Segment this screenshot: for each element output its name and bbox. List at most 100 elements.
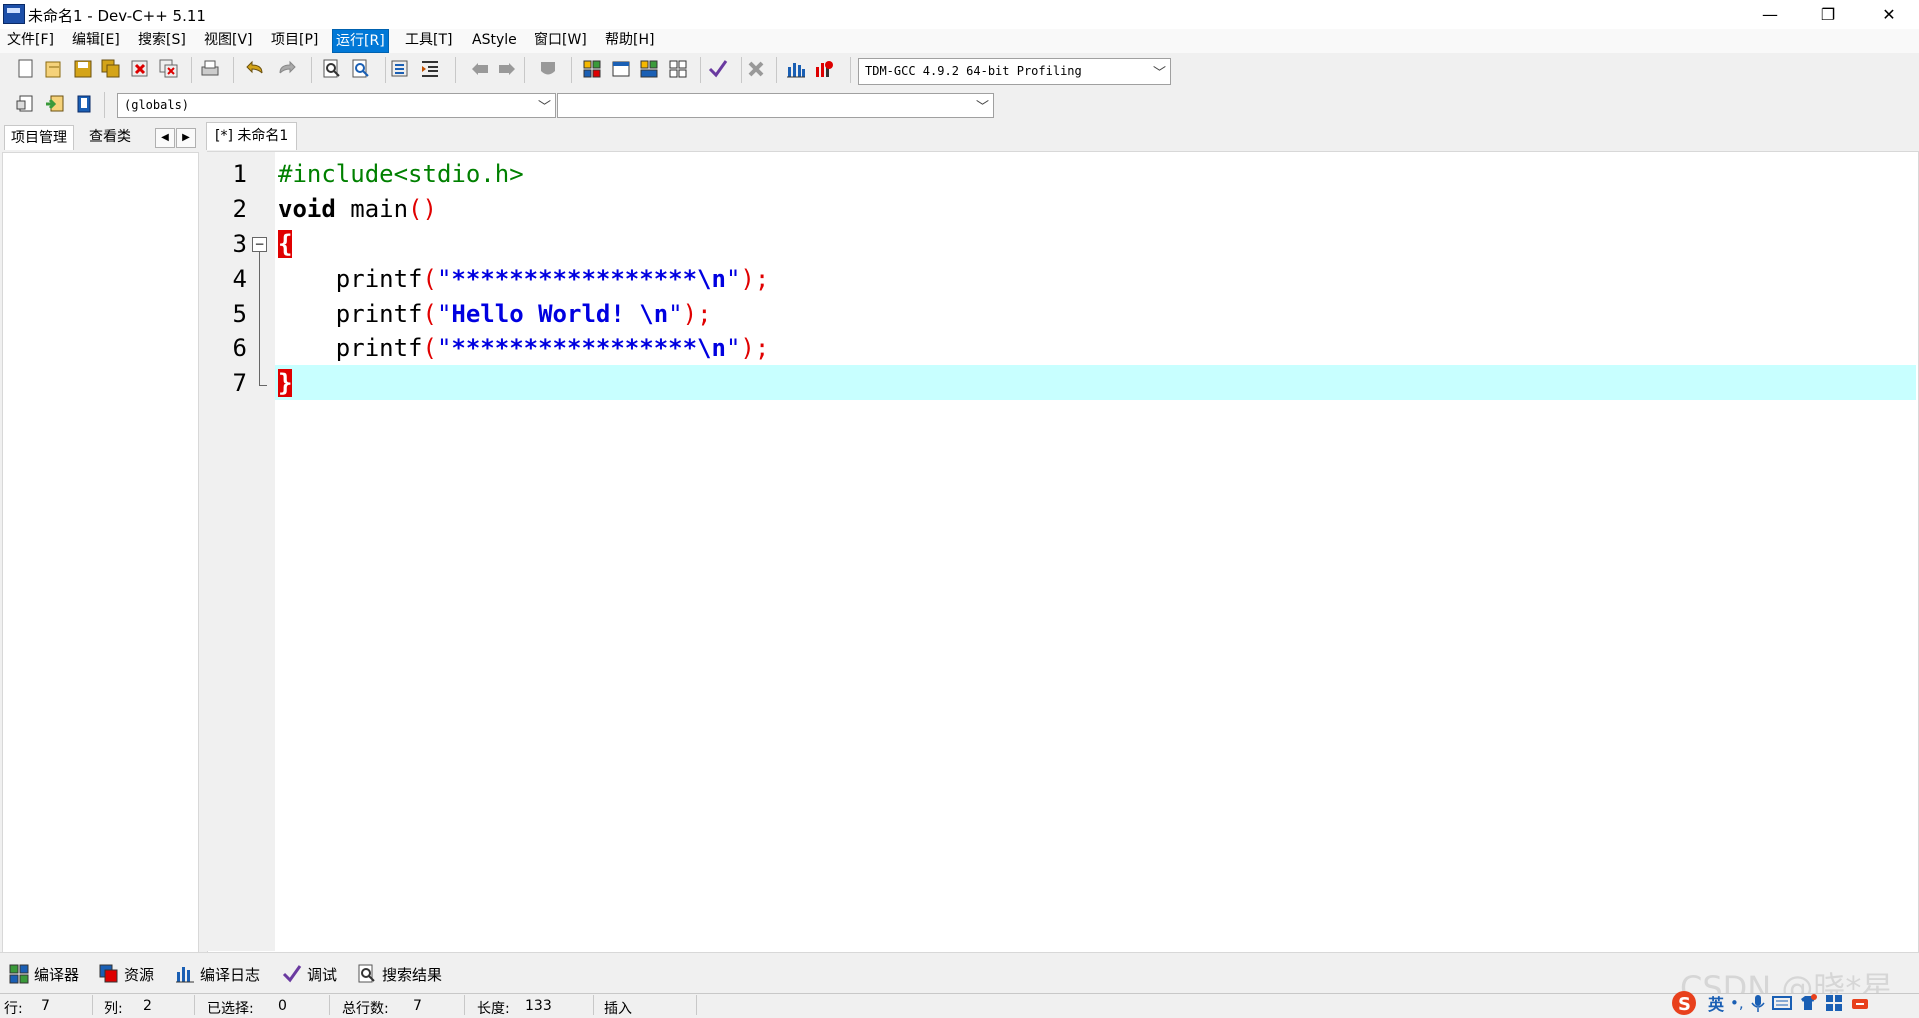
tab-resources[interactable]: 资源 [99,963,154,985]
new-file-icon[interactable] [14,57,38,81]
stop-execution-icon [744,57,768,81]
status-separator [194,995,195,1015]
status-separator [593,995,594,1015]
open-file-icon[interactable] [42,57,66,81]
menu-help[interactable]: 帮助[H] [602,29,657,51]
line-number: 4 [232,265,247,293]
restore-button[interactable]: ❐ [1805,0,1851,29]
chevron-down-icon: ﹀ [1152,66,1166,81]
goto-declaration-icon[interactable] [43,92,67,116]
svg-text:S: S [1678,994,1691,1015]
status-row-label: 行: [4,1001,23,1017]
ime-language[interactable]: 英 [1708,991,1724,1015]
redo-icon[interactable] [274,57,298,81]
toolbar-separator [741,57,742,83]
menu-search[interactable]: 搜索[S] [135,29,189,51]
tab-scroll-left-icon[interactable]: ◀ [155,128,175,148]
code-line: printf("*****************\n"); [278,334,770,362]
scope-select-value: (globals) [124,98,190,112]
close-button[interactable]: ✕ [1866,0,1912,29]
compile-run-icon[interactable] [637,57,661,81]
code-line: void main() [278,195,437,223]
menu-view[interactable]: 视图[V] [201,29,256,51]
close-all-icon[interactable] [157,57,181,81]
menu-edit[interactable]: 编辑[E] [69,29,123,51]
tab-project-manager[interactable]: 项目管理 [4,125,74,150]
profile-chart-icon[interactable] [784,57,808,81]
toolbar-separator [850,57,851,83]
syntax-check-icon[interactable] [706,57,730,81]
status-insert-mode: 插入 [604,1001,632,1017]
tab-compiler-label: 编译器 [34,965,80,984]
compiler-select-value: TDM-GCC 4.9.2 64-bit Profiling [865,64,1082,78]
ime-toolbar[interactable]: S 英 •, [1668,988,1918,1017]
status-selected-value: 0 [278,998,287,1014]
menu-bar: 文件[F] 编辑[E] 搜索[S] 视图[V] 项目[P] 运行[R] 工具[T… [0,29,1919,53]
line-number: 5 [232,300,247,328]
tab-class-browser[interactable]: 查看类 [89,125,131,149]
project-panel[interactable] [2,152,199,954]
save-icon[interactable] [71,57,95,81]
print-icon[interactable] [198,57,222,81]
check-icon [282,965,302,983]
status-lines-value: 7 [413,998,422,1014]
compile-icon[interactable] [580,57,604,81]
chevron-down-icon: ﹀ [537,100,551,115]
fold-collapse-icon[interactable]: − [252,237,267,252]
minimize-button[interactable]: — [1747,0,1793,29]
close-file-icon[interactable] [128,57,152,81]
tab-compile-log[interactable]: 编译日志 [175,963,260,985]
menu-astyle[interactable]: AStyle [469,29,520,51]
ime-punctuation-icon[interactable]: •, [1730,994,1744,1012]
grid-icon [9,964,29,984]
save-all-icon[interactable] [99,57,123,81]
search-results-icon [358,964,375,983]
tab-debug[interactable]: 调试 [282,963,337,985]
unindent-icon[interactable] [418,57,442,81]
fold-line [259,251,260,386]
status-length-label: 长度: [477,1001,510,1017]
compiler-select[interactable]: TDM-GCC 4.9.2 64-bit Profiling ﹀ [858,58,1171,85]
line-number: 6 [232,334,247,362]
undo-icon[interactable] [244,57,268,81]
status-length-value: 133 [525,998,552,1014]
tab-search-results[interactable]: 搜索结果 [357,963,442,985]
menu-window[interactable]: 窗口[W] [531,29,590,51]
ime-menu-icon[interactable] [1850,993,1870,1013]
menu-tools[interactable]: 工具[T] [402,29,455,51]
indent-icon[interactable] [388,57,412,81]
replace-icon[interactable] [349,57,373,81]
goto-definition-icon[interactable] [72,92,96,116]
current-line-highlight [275,365,1916,400]
bookmark-prev-icon [468,57,492,81]
find-icon[interactable] [320,57,344,81]
window-title: 未命名1 - Dev-C++ 5.11 [28,7,206,25]
code-line: printf("*****************\n"); [278,265,770,293]
run-icon[interactable] [609,57,633,81]
title-bar: 未命名1 - Dev-C++ 5.11 — ❐ ✕ [0,0,1919,29]
microphone-icon[interactable] [1750,993,1766,1013]
tab-compiler[interactable]: 编译器 [9,963,79,985]
fold-end [259,385,267,386]
member-select[interactable]: ﹀ [557,93,994,118]
toolbox-icon[interactable] [1824,993,1844,1013]
status-lines-label: 总行数: [342,1001,389,1017]
rebuild-all-icon[interactable] [666,57,690,81]
status-separator [92,995,93,1015]
editor-tab[interactable]: [*] 未命名1 [206,122,298,150]
delete-profile-icon[interactable] [812,57,836,81]
skin-icon[interactable] [1798,993,1818,1013]
scope-select[interactable]: (globals) ﹀ [117,93,556,118]
tab-resources-label: 资源 [124,965,155,984]
menu-file[interactable]: 文件[F] [4,29,57,51]
status-row-value: 7 [41,998,50,1014]
resources-icon [99,964,118,983]
toolbar-separator [524,57,525,83]
insert-code-icon[interactable] [14,92,38,116]
tab-scroll-right-icon[interactable]: ▶ [176,128,196,148]
line-number: 1 [232,160,247,188]
status-col-label: 列: [104,1001,123,1017]
menu-run[interactable]: 运行[R] [332,29,389,53]
menu-project[interactable]: 项目[P] [268,29,321,51]
keyboard-icon[interactable] [1771,994,1792,1012]
